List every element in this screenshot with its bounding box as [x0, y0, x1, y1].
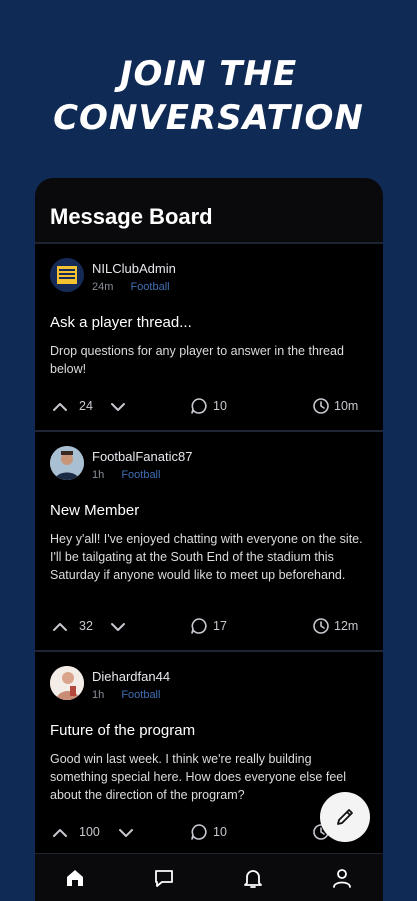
post-author[interactable]: Diehardfan44 [92, 669, 170, 684]
post-body: Hey y'all! I've enjoyed chatting with ev… [50, 532, 363, 582]
vote-count: 32 [79, 619, 93, 633]
post-meta: 1h Football [92, 689, 160, 701]
post-age: 10m [334, 399, 359, 413]
post-time: 1h [92, 469, 105, 481]
bell-icon[interactable] [241, 866, 265, 890]
comment-count: 10 [213, 399, 227, 413]
downvote-icon[interactable] [109, 618, 127, 636]
user-photo-icon [50, 666, 84, 700]
post-body: Good win last week. I think we're really… [50, 752, 347, 802]
post-title[interactable]: New Member [50, 502, 139, 519]
comment-icon[interactable] [190, 617, 208, 635]
comment-icon[interactable] [190, 397, 208, 415]
avatar[interactable] [50, 446, 84, 480]
post-age: 12m [334, 619, 359, 633]
vote-count: 100 [79, 825, 100, 839]
upvote-icon[interactable] [51, 824, 69, 842]
hero-line-2: CONVERSATION [53, 98, 364, 138]
post-tag[interactable]: Football [130, 281, 169, 293]
vote-count: 24 [79, 399, 93, 413]
profile-icon[interactable] [330, 866, 354, 890]
post-card[interactable]: FootbalFanatic87 1h Football New Member … [35, 432, 383, 652]
post-actions: 32 17 12m [35, 616, 383, 638]
hero-line-1: JOIN THE [119, 54, 298, 94]
comment-count: 10 [213, 825, 227, 839]
compose-button[interactable] [320, 792, 370, 842]
comment-icon[interactable] [190, 823, 208, 841]
club-logo-icon [50, 258, 84, 292]
clock-icon [313, 618, 329, 634]
post-time: 1h [92, 689, 105, 701]
post-meta: 1h Football [92, 469, 160, 481]
comment-count: 17 [213, 619, 227, 633]
message-board-panel: Message Board NILClubAdmin 24m Football … [35, 178, 383, 900]
post-author[interactable]: NILClubAdmin [92, 261, 176, 276]
board-title: Message Board [50, 204, 213, 229]
avatar[interactable] [50, 666, 84, 700]
hero-heading: JOIN THE CONVERSATION [0, 52, 417, 140]
post-title[interactable]: Ask a player thread... [50, 314, 192, 331]
post-time: 24m [92, 281, 114, 293]
post-actions: 24 10 10m [35, 396, 383, 418]
post-body: Drop questions for any player to answer … [50, 344, 344, 376]
upvote-icon[interactable] [51, 398, 69, 416]
user-photo-icon [50, 446, 84, 480]
upvote-icon[interactable] [51, 618, 69, 636]
post-title[interactable]: Future of the program [50, 722, 195, 739]
downvote-icon[interactable] [109, 398, 127, 416]
clock-icon [313, 398, 329, 414]
post-card[interactable]: NILClubAdmin 24m Football Ask a player t… [35, 244, 383, 432]
post-tag[interactable]: Football [121, 689, 160, 701]
post-meta: 24m Football [92, 281, 170, 293]
avatar[interactable] [50, 258, 84, 292]
post-tag[interactable]: Football [121, 469, 160, 481]
bottom-nav [35, 853, 383, 901]
pencil-icon [337, 809, 353, 825]
downvote-icon[interactable] [117, 824, 135, 842]
home-icon[interactable] [63, 866, 87, 890]
chat-icon[interactable] [152, 866, 176, 890]
post-author[interactable]: FootbalFanatic87 [92, 449, 192, 464]
